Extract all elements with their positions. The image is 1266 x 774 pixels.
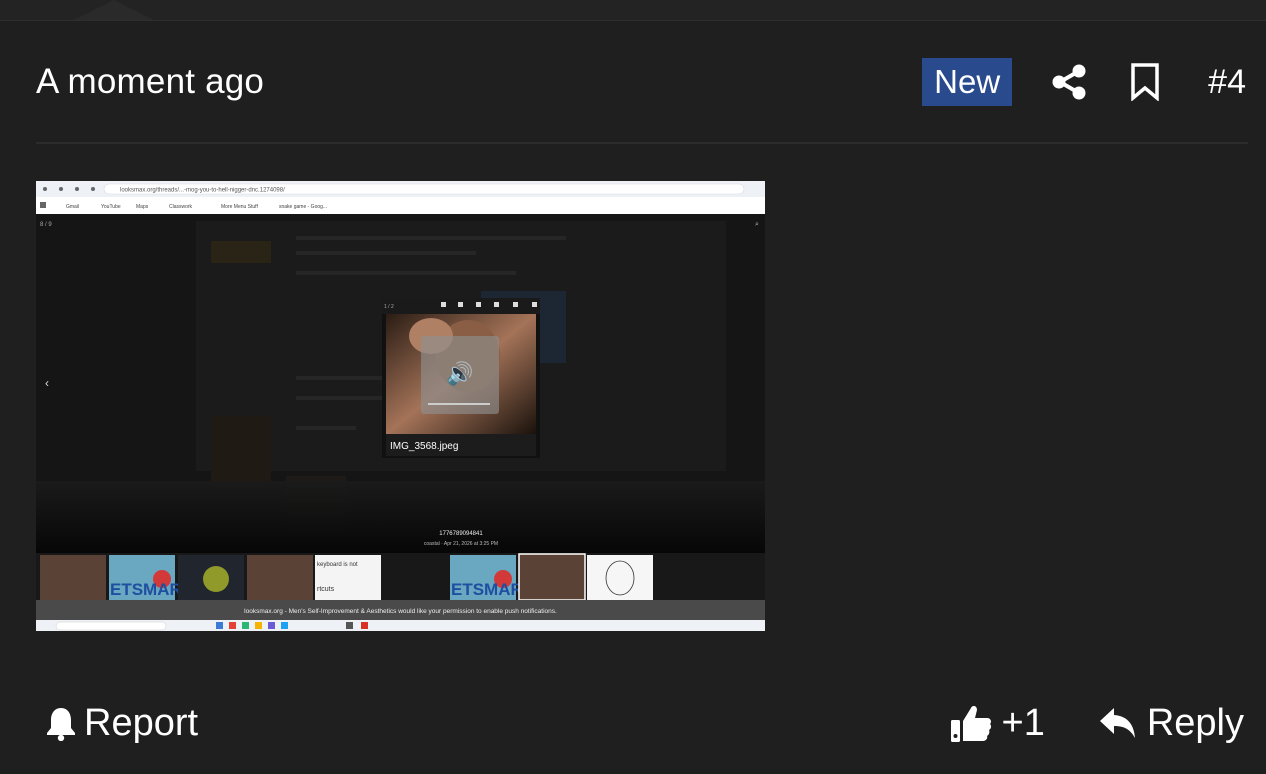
- post-timestamp[interactable]: A moment ago: [36, 62, 264, 102]
- svg-text:8 / 9: 8 / 9: [40, 222, 52, 228]
- post-number-link[interactable]: #4: [1208, 63, 1246, 102]
- svg-text:ETSMAR: ETSMAR: [451, 580, 523, 599]
- like-count: +1: [1001, 701, 1045, 744]
- svg-text:1 / 2: 1 / 2: [384, 304, 394, 310]
- svg-text:Maps: Maps: [136, 204, 149, 210]
- svg-text:ETSMAR: ETSMAR: [110, 580, 182, 599]
- share-icon: [1052, 64, 1086, 100]
- bookmark-button[interactable]: [1130, 63, 1208, 101]
- top-nav-strip: [0, 0, 1266, 21]
- post-footer: Report +1 Reply: [46, 695, 1244, 751]
- svg-text:IMG_3568.jpeg: IMG_3568.jpeg: [390, 441, 458, 452]
- thumbs-up-icon: [950, 705, 991, 742]
- post-header: A moment ago New #4: [36, 56, 1246, 108]
- svg-text:looksmax.org - Men's Self-Impr: looksmax.org - Men's Self-Improvement & …: [244, 608, 557, 615]
- report-label: Report: [84, 701, 199, 744]
- svg-text:coastal · Apr 21, 2026 at 3:25: coastal · Apr 21, 2026 at 3:25 PM: [424, 541, 498, 547]
- reply-icon: [1099, 708, 1135, 738]
- reply-label: Reply: [1146, 701, 1244, 744]
- like-button[interactable]: +1: [950, 702, 1099, 745]
- reply-button[interactable]: Reply: [1099, 702, 1244, 745]
- bookmark-icon: [1131, 63, 1159, 101]
- svg-text:rtcuts: rtcuts: [317, 586, 335, 593]
- svg-text:‹: ‹: [45, 376, 49, 390]
- tab-notch: [74, 0, 154, 20]
- svg-text:Gmail: Gmail: [66, 204, 79, 210]
- svg-text:Classwork: Classwork: [169, 204, 193, 210]
- svg-text:⌕: ⌕: [755, 221, 759, 228]
- header-divider: [36, 142, 1248, 144]
- attachment-image[interactable]: looksmax.org/threads/...-mog-you-to-hell…: [36, 181, 765, 631]
- report-button[interactable]: Report: [46, 702, 198, 745]
- svg-text:1776789094841: 1776789094841: [439, 531, 483, 537]
- svg-text:YouTube: YouTube: [101, 204, 121, 210]
- svg-text:looksmax.org/threads/...-mog-y: looksmax.org/threads/...-mog-you-to-hell…: [120, 188, 285, 194]
- svg-text:🔊: 🔊: [446, 360, 473, 387]
- svg-text:More Menu Stuff: More Menu Stuff: [221, 204, 258, 210]
- post-actions: New #4: [922, 58, 1246, 106]
- bell-icon: [47, 708, 75, 741]
- svg-text:keyboard is not: keyboard is not: [317, 562, 358, 568]
- svg-text:snake game - Goog...: snake game - Goog...: [279, 204, 327, 210]
- new-badge: New: [922, 58, 1013, 106]
- share-button[interactable]: [1052, 64, 1130, 100]
- screenshot-image: looksmax.org/threads/...-mog-you-to-hell…: [36, 181, 765, 631]
